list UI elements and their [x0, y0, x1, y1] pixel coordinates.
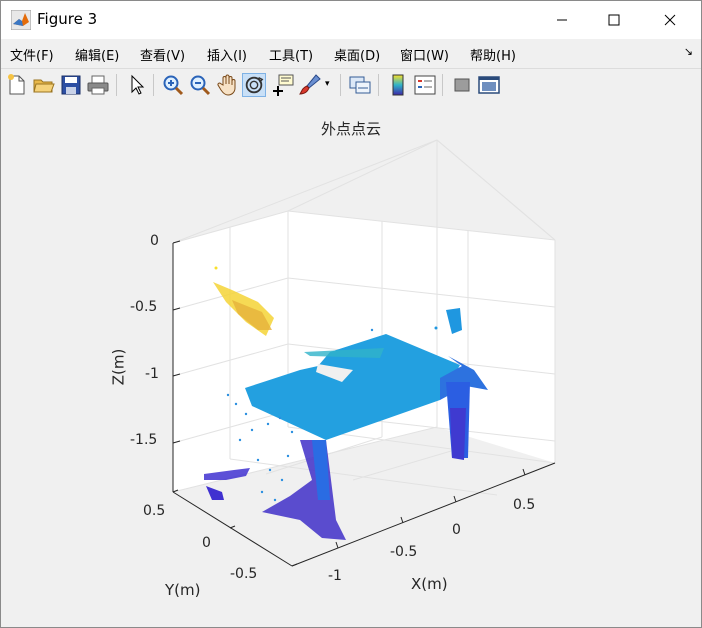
window-title: Figure 3 [37, 10, 98, 28]
z-tick-label: -1.5 [130, 432, 158, 448]
toolbar-separator [378, 74, 379, 96]
menu-help[interactable]: 帮助(H) [470, 45, 516, 64]
maximize-icon [608, 14, 620, 26]
rotate-3d-icon[interactable] [242, 73, 266, 97]
toolbar-separator [340, 74, 341, 96]
menu-tools[interactable]: 工具(T) [269, 45, 313, 64]
brush-icon[interactable] [298, 73, 322, 97]
menu-file[interactable]: 文件(F) [10, 45, 54, 64]
x-tick-label: 0 [452, 522, 461, 538]
z-tick-label: -1 [145, 366, 159, 382]
toolbar-separator [442, 74, 443, 96]
z-tick-label: -0.5 [130, 299, 158, 315]
data-cursor-icon[interactable] [271, 73, 295, 97]
menu-bar: 文件(F) 编辑(E) 查看(V) 插入(I) 工具(T) 桌面(D) 窗口(W… [1, 39, 701, 67]
zoom-in-icon[interactable] [161, 73, 185, 97]
x-tick-label: 0.5 [513, 497, 536, 513]
brush-dropdown-icon[interactable]: ▾ [325, 79, 330, 89]
x-axis-label: X(m) [411, 575, 448, 593]
toolbar-separator [153, 74, 154, 96]
y-tick-label: 0 [202, 535, 211, 551]
minimize-icon [557, 19, 567, 21]
open-file-icon[interactable] [32, 73, 56, 97]
close-icon [664, 14, 676, 26]
menu-view[interactable]: 查看(V) [140, 45, 185, 64]
title-bar: Figure 3 [1, 1, 701, 39]
save-icon[interactable] [59, 73, 83, 97]
menu-window[interactable]: 窗口(W) [400, 45, 449, 64]
dock-figure-icon[interactable]: ↘ [684, 45, 693, 58]
menu-edit[interactable]: 编辑(E) [75, 45, 119, 64]
matlab-app-icon [11, 10, 31, 30]
show-plot-tools-icon[interactable] [477, 73, 501, 97]
figure-window: Figure 3 文件(F) 编辑(E) 查看(V) 插入(I) 工具(T) 桌… [0, 0, 702, 628]
legend-icon[interactable] [413, 73, 437, 97]
z-tick-label: 0 [150, 233, 159, 249]
menu-desktop[interactable]: 桌面(D) [334, 45, 380, 64]
figure-toolbar: ▾ [1, 68, 701, 102]
hide-plot-tools-icon[interactable] [450, 73, 474, 97]
link-plot-icon[interactable] [348, 73, 372, 97]
new-figure-icon[interactable] [5, 73, 29, 97]
minimize-button[interactable] [539, 1, 585, 39]
y-axis-label: Y(m) [165, 581, 201, 599]
pan-icon[interactable] [215, 73, 239, 97]
maximize-button[interactable] [591, 1, 637, 39]
close-button[interactable] [647, 1, 693, 39]
edit-plot-icon[interactable] [125, 73, 149, 97]
print-icon[interactable] [86, 73, 110, 97]
zoom-out-icon[interactable] [188, 73, 212, 97]
menu-insert[interactable]: 插入(I) [207, 45, 247, 64]
x-tick-label: -0.5 [390, 544, 418, 560]
y-tick-label: -0.5 [230, 566, 258, 582]
z-axis-label: Z(m) [109, 348, 128, 386]
toolbar-separator [116, 74, 117, 96]
plot-title: 外点点云 [320, 120, 381, 138]
colorbar-icon[interactable] [386, 73, 410, 97]
y-tick-label: 0.5 [143, 503, 166, 519]
x-tick-label: -1 [328, 568, 342, 584]
figure-canvas[interactable] [1, 101, 701, 627]
